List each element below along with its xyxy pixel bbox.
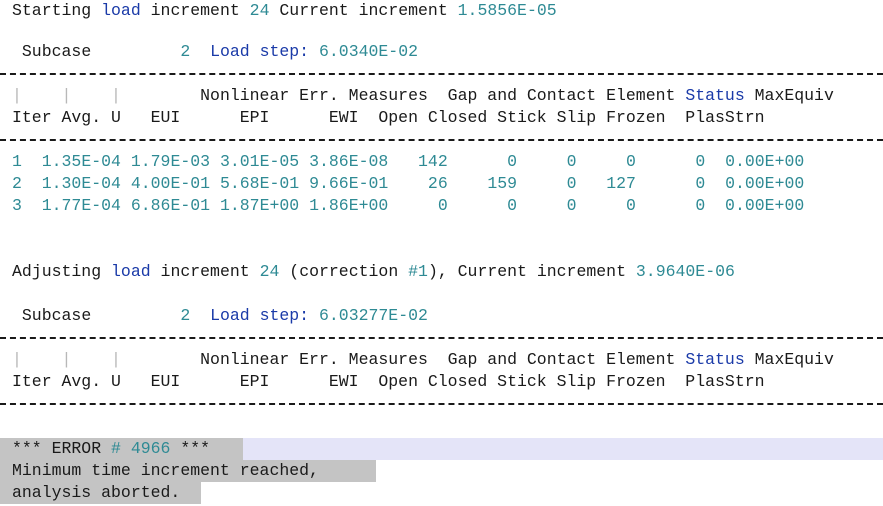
- increment-adjust-line: Adjusting load increment 24 (correction …: [12, 262, 735, 281]
- iteration-row: 2 1.30E-04 4.00E-01 5.68E-01 9.66E-01 26…: [12, 174, 805, 193]
- separator-line: [0, 337, 883, 339]
- table-header-row2: Iter Avg. U EUI EPI EWI Open Closed Stic…: [12, 372, 765, 391]
- iteration-row: 3 1.77E-04 6.86E-01 1.87E+00 1.86E+00 0 …: [12, 196, 805, 215]
- error-message-line[interactable]: analysis aborted.: [12, 482, 180, 504]
- subcase-line: Subcase 2 Load step: 6.0340E-02: [21, 42, 419, 61]
- table-header-row1: | | | Nonlinear Err. Measures Gap and Co…: [12, 86, 834, 105]
- separator-line: [0, 73, 883, 75]
- separator-line: [0, 139, 883, 141]
- solver-output-log[interactable]: Starting load increment 24 Current incre…: [0, 0, 883, 506]
- separator-line: [0, 403, 883, 405]
- table-header-row2: Iter Avg. U EUI EPI EWI Open Closed Stic…: [12, 108, 765, 127]
- subcase-line: Subcase 2 Load step: 6.03277E-02: [21, 306, 428, 325]
- table-header-row1: | | | Nonlinear Err. Measures Gap and Co…: [12, 350, 834, 369]
- error-header[interactable]: *** ERROR # 4966 ***: [12, 438, 210, 460]
- error-message-line[interactable]: Minimum time increment reached,: [12, 460, 319, 482]
- increment-start-line: Starting load increment 24 Current incre…: [12, 1, 557, 20]
- iteration-row: 1 1.35E-04 1.79E-03 3.01E-05 3.86E-08 14…: [12, 152, 805, 171]
